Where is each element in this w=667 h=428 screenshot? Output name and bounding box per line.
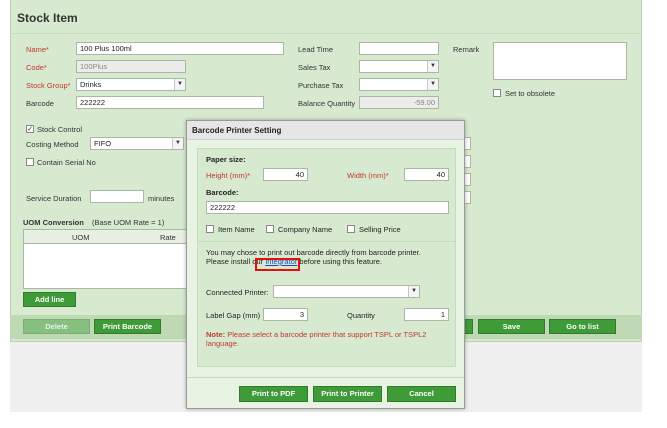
printer-note: Note: Please select a barcode printer th… (206, 330, 446, 348)
stock-group-select[interactable]: Drinks ▼ (76, 78, 186, 91)
stock-control-label: Stock Control (37, 125, 83, 134)
purchase-tax-label: Purchase Tax (298, 81, 344, 90)
dialog-divider (198, 241, 455, 242)
label-gap-input[interactable]: 3 (263, 308, 308, 321)
barcode-section-label: Barcode: (206, 188, 239, 197)
connected-printer-select[interactable]: ▼ (273, 285, 420, 298)
company-name-checkbox[interactable] (266, 225, 274, 233)
print-to-printer-button[interactable]: Print to Printer (313, 386, 382, 402)
set-obsolete-label: Set to obsolete (505, 89, 556, 98)
costing-method-select[interactable]: FIFO ▼ (90, 137, 184, 150)
chevron-down-icon: ▼ (408, 286, 419, 297)
height-input[interactable]: 40 (263, 168, 308, 181)
connected-printer-label: Connected Printer: (206, 288, 269, 297)
set-obsolete-checkbox[interactable] (493, 89, 501, 97)
barcode-input[interactable]: 222222 (76, 96, 264, 109)
selling-price-checkbox[interactable] (347, 225, 355, 233)
name-label: Name* (26, 45, 49, 54)
company-name-label: Company Name (278, 225, 333, 234)
remark-label: Remark (453, 45, 480, 54)
sales-tax-label: Sales Tax (298, 63, 331, 72)
contain-serial-checkbox[interactable] (26, 158, 34, 166)
chevron-down-icon: ▼ (427, 61, 438, 72)
barcode-label: Barcode (26, 99, 54, 108)
stock-group-label: Stock Group* (26, 81, 71, 90)
code-input[interactable]: 100Plus (76, 60, 186, 73)
sales-tax-select[interactable]: ▼ (359, 60, 439, 73)
quantity-input[interactable]: 1 (404, 308, 449, 321)
note-text: Please select a barcode printer that sup… (206, 330, 427, 348)
item-name-label: Item Name (218, 225, 255, 234)
service-duration-unit: minutes (148, 194, 175, 203)
stock-group-value: Drinks (80, 80, 102, 89)
uom-title: UOM Conversion (23, 218, 84, 227)
balance-qty-value: -59.00 (359, 96, 439, 109)
costing-method-label: Costing Method (26, 140, 79, 149)
width-label: Width (mm)* (347, 171, 389, 180)
info-line-2: Please install our Integrator before usi… (206, 257, 446, 266)
paper-size-label: Paper size: (206, 155, 246, 164)
delete-button[interactable]: Delete (23, 319, 90, 334)
code-label: Code* (26, 63, 47, 72)
label-gap-label: Label Gap (mm) (206, 311, 261, 320)
header-divider (10, 33, 642, 34)
page-title: Stock Item (17, 11, 78, 25)
chevron-down-icon: ▼ (174, 79, 185, 90)
dialog-body: Paper size: Height (mm)* 40 Width (mm)* … (197, 148, 456, 367)
height-label: Height (mm)* (206, 171, 251, 180)
go-to-list-button[interactable]: Go to list (549, 319, 616, 334)
service-duration-label: Service Duration (26, 194, 82, 203)
dialog-barcode-input[interactable]: 222222 (206, 201, 449, 214)
name-input[interactable]: 100 Plus 100ml (76, 42, 284, 55)
print-barcode-button[interactable]: Print Barcode (94, 319, 161, 334)
rate-column-header: Rate (160, 233, 176, 242)
add-line-button[interactable]: Add line (23, 292, 76, 307)
barcode-printer-dialog: Barcode Printer Setting Paper size: Heig… (186, 120, 465, 409)
chevron-down-icon: ▼ (427, 79, 438, 90)
integrator-highlight-box (255, 258, 300, 271)
remark-textarea[interactable] (493, 42, 627, 80)
lead-time-label: Lead Time (298, 45, 334, 54)
contain-serial-label: Contain Serial No (37, 158, 96, 167)
cancel-button[interactable]: Cancel (387, 386, 456, 402)
costing-method-value: FIFO (94, 139, 112, 148)
info-line-2-post: before using this feature. (299, 257, 382, 266)
uom-column-header: UOM (72, 233, 90, 242)
chevron-down-icon: ▼ (172, 138, 183, 149)
selling-price-label: Selling Price (359, 225, 401, 234)
note-label: Note: (206, 330, 226, 339)
service-duration-input[interactable] (90, 190, 144, 203)
uom-subtitle: (Base UOM Rate = 1) (92, 218, 165, 227)
save-button[interactable]: Save (478, 319, 545, 334)
print-to-pdf-button[interactable]: Print to PDF (239, 386, 308, 402)
item-name-checkbox[interactable] (206, 225, 214, 233)
balance-qty-label: Balance Quantity (298, 99, 356, 108)
lead-time-input[interactable] (359, 42, 439, 55)
purchase-tax-select[interactable]: ▼ (359, 78, 439, 91)
quantity-label: Quantity (347, 311, 375, 320)
info-line-1: You may chose to print out barcode direc… (206, 248, 421, 257)
dialog-title: Barcode Printer Setting (187, 121, 464, 140)
width-input[interactable]: 40 (404, 168, 449, 181)
stock-control-checkbox[interactable]: ✓ (26, 125, 34, 133)
dialog-footer-divider (187, 377, 464, 378)
